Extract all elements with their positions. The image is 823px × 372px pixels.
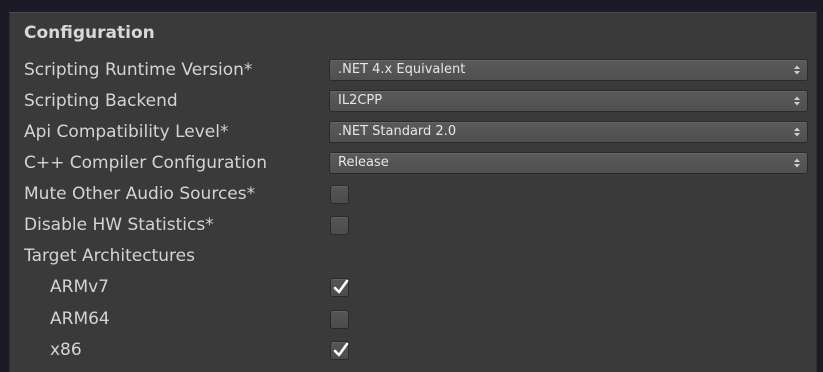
player-settings-panel: Configuration Scripting Runtime Version*… [9,12,817,372]
updown-arrows-icon [794,127,800,137]
disable-hw-stats-row: Disable HW Statistics* [10,211,818,241]
armv7-row: ARMv7 [10,273,818,303]
cpp-compiler-label: C++ Compiler Configuration [24,153,267,173]
scripting-runtime-label: Scripting Runtime Version* [24,60,253,80]
mute-audio-row: Mute Other Audio Sources* [10,180,818,210]
arm64-row: ARM64 [10,305,818,335]
arm64-checkbox[interactable] [330,310,349,329]
x86-checkbox[interactable] [330,341,349,360]
arm64-label: ARM64 [50,309,110,329]
scripting-runtime-row: Scripting Runtime Version* .NET 4.x Equi… [10,56,818,86]
cpp-compiler-dropdown[interactable]: Release [329,152,808,174]
scripting-backend-dropdown[interactable]: IL2CPP [329,90,808,112]
api-compat-dropdown[interactable]: .NET Standard 2.0 [329,121,808,143]
api-compat-label: Api Compatibility Level* [24,122,229,142]
disable-hw-stats-label: Disable HW Statistics* [24,215,214,235]
mute-audio-checkbox[interactable] [330,185,349,204]
scripting-runtime-value: .NET 4.x Equivalent [338,62,466,77]
section-title: Configuration [24,23,155,43]
api-compat-value: .NET Standard 2.0 [338,124,457,139]
cpp-compiler-value: Release [338,155,389,170]
scripting-backend-label: Scripting Backend [24,91,178,111]
updown-arrows-icon [794,96,800,106]
target-arch-label: Target Architectures [24,246,195,266]
x86-row: x86 [10,336,818,366]
mute-audio-label: Mute Other Audio Sources* [24,184,256,204]
updown-arrows-icon [794,158,800,168]
scripting-backend-value: IL2CPP [338,93,383,108]
armv7-label: ARMv7 [50,277,109,297]
disable-hw-stats-checkbox[interactable] [330,216,349,235]
scripting-runtime-dropdown[interactable]: .NET 4.x Equivalent [329,59,808,81]
updown-arrows-icon [794,65,800,75]
scripting-backend-row: Scripting Backend IL2CPP [10,87,818,117]
api-compat-row: Api Compatibility Level* .NET Standard 2… [10,118,818,148]
checkmark-icon [333,342,349,357]
armv7-checkbox[interactable] [330,278,349,297]
checkmark-icon [333,279,349,294]
x86-label: x86 [50,340,82,360]
target-arch-row: Target Architectures [10,242,818,272]
cpp-compiler-row: C++ Compiler Configuration Release [10,149,818,179]
